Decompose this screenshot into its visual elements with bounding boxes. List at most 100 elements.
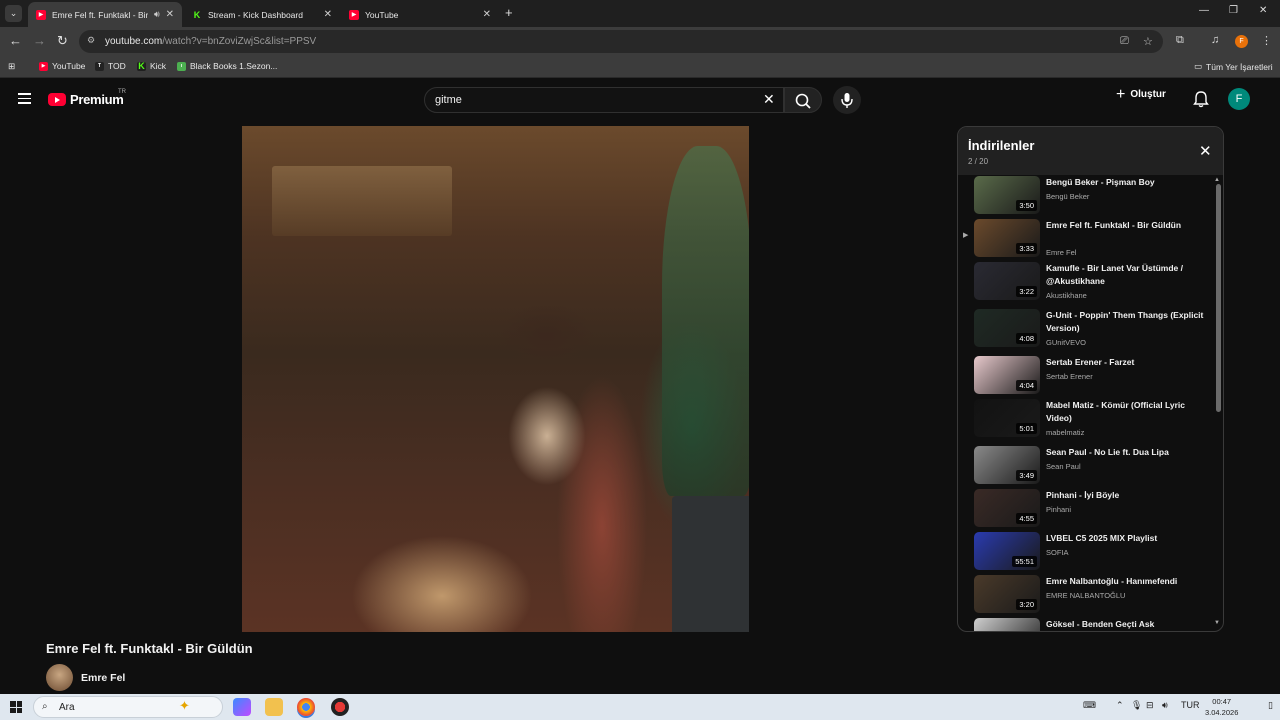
playlist-item[interactable]: 55:51 LVBEL C5 2025 MIX Playlist SOFIA	[958, 532, 1213, 574]
playlist-item-thumbnail[interactable]: 5:01	[974, 399, 1040, 437]
scroll-down-icon[interactable]: ▼	[1214, 620, 1220, 626]
playlist-item[interactable]: 3:20 Emre Nalbantoğlu - Hanımefendi EMRE N…	[958, 575, 1213, 617]
playlist-scrollbar[interactable]	[1216, 184, 1221, 412]
chrome-menu-icon[interactable]: ⋮	[1261, 34, 1272, 47]
tab-strip: ⌄ ▶ Emre Fel ft. Funktakl - Bir G 🔊︎ ✕ K…	[0, 0, 1280, 27]
playlist-item-thumbnail[interactable]: 3:50	[974, 176, 1040, 214]
show-hidden-icons[interactable]: ⌃	[1116, 700, 1124, 711]
playlist-item-thumbnail[interactable]	[974, 618, 1040, 631]
account-avatar[interactable]: F	[1228, 88, 1250, 110]
bookmark-star-icon[interactable]: ☆	[1143, 35, 1153, 48]
playlist-item[interactable]: 4:04 Sertab Erener - Farzet Sertab Erener	[958, 356, 1213, 398]
bookmark-tod[interactable]: T TOD	[95, 61, 126, 71]
playlist-item-channel: EMRE NALBANTOĞLU	[1046, 591, 1126, 600]
bookmarks-bar: ⊞ ▶ YouTube T TOD K Kick ı Black Books 1.Sez…	[0, 56, 1280, 78]
playlist-item-thumbnail[interactable]: 3:49	[974, 446, 1040, 484]
playlist-item-thumbnail[interactable]: 4:55	[974, 489, 1040, 527]
profile-avatar[interactable]: F	[1235, 35, 1248, 48]
video-player[interactable]	[242, 126, 749, 632]
media-control-icon[interactable]: ♫	[1211, 34, 1219, 46]
taskbar-clock[interactable]: 00:47 3.04.2026	[1205, 696, 1238, 718]
reload-button[interactable]: ↻	[57, 33, 68, 49]
playlist-item-title: Sean Paul - No Lie ft. Dua Lipa	[1046, 447, 1169, 457]
cast-icon[interactable]: ⎚	[1120, 35, 1129, 48]
playlist-item-channel: Bengü Beker	[1046, 192, 1090, 201]
channel-name[interactable]: Emre Fel	[81, 672, 125, 684]
close-playlist-icon[interactable]: ✕	[1199, 142, 1212, 160]
playlist-item[interactable]: 4:08 G-Unit - Poppin' Them Thangs (Explic…	[958, 309, 1213, 351]
copilot-icon[interactable]	[233, 698, 251, 716]
bookmark-black-books[interactable]: ı Black Books 1.Sezon...	[177, 61, 277, 71]
playlist-item-thumbnail[interactable]: 4:04	[974, 356, 1040, 394]
back-button[interactable]: ←	[9, 33, 22, 48]
network-icon[interactable]: ⊟	[1146, 700, 1154, 711]
site-info-icon[interactable]: ⚙	[87, 35, 99, 47]
tab-close-icon[interactable]: ✕	[166, 9, 174, 20]
chrome-icon[interactable]	[297, 698, 315, 716]
voice-search-button[interactable]	[833, 86, 861, 114]
playlist-item-title: LVBEL C5 2025 MIX Playlist	[1046, 533, 1158, 543]
search-button[interactable]	[784, 87, 822, 113]
tab-close-icon[interactable]: ✕	[324, 9, 332, 20]
windows-start-icon[interactable]	[10, 701, 22, 713]
scroll-up-icon[interactable]: ▲	[1214, 177, 1220, 183]
playlist-item[interactable]: 3:49 Sean Paul - No Lie ft. Dua Lipa Sean …	[958, 446, 1213, 488]
tab-kick-dashboard[interactable]: K Stream - Kick Dashboard ✕	[184, 2, 340, 27]
forward-button[interactable]: →	[33, 33, 46, 48]
youtube-premium-logo[interactable]: Premium TR	[48, 89, 126, 107]
notifications-bell-icon[interactable]	[1193, 90, 1209, 108]
tab-search-button[interactable]: ⌄	[5, 5, 22, 22]
close-window-button[interactable]: ✕	[1259, 5, 1267, 16]
playlist-item-thumbnail[interactable]: 3:33	[974, 219, 1040, 257]
microphone-icon[interactable]: 🎙︎	[1131, 700, 1142, 711]
new-tab-button[interactable]: +	[505, 5, 513, 20]
tab-youtube[interactable]: ▶ YouTube ✕	[341, 2, 499, 27]
tab-emre-fel[interactable]: ▶ Emre Fel ft. Funktakl - Bir G 🔊︎ ✕	[28, 2, 182, 27]
search-input[interactable]	[435, 94, 745, 106]
playlist-item[interactable]: 5:01 Mabel Matiz - Kömür (Official Lyric …	[958, 399, 1213, 441]
playlist-items: 3:50 Bengü Beker - Pişman Boy Bengü Beker ▶…	[958, 176, 1223, 631]
microphone-icon	[841, 93, 853, 108]
url-text: youtube.com/watch?v=bnZoviZwjSc&list=PPS…	[105, 36, 317, 47]
playlist-item-thumbnail[interactable]: 3:22	[974, 262, 1040, 300]
playlist-title[interactable]: İndirilenler	[968, 138, 1034, 153]
volume-icon[interactable]: 🔊︎	[1162, 700, 1168, 711]
speaker-icon[interactable]: 🔊︎	[154, 9, 160, 20]
playlist-item-thumbnail[interactable]: 55:51	[974, 532, 1040, 570]
playlist-item-thumbnail[interactable]: 4:08	[974, 309, 1040, 347]
apps-grid-icon[interactable]: ⊞	[8, 61, 15, 72]
taskbar-search[interactable]: ⌕ Ara ✦	[33, 696, 223, 718]
playlist-item[interactable]: ▶ 3:33 Emre Fel ft. Funktakl - Bir Güldün E…	[958, 219, 1213, 261]
tab-close-icon[interactable]: ✕	[483, 9, 491, 20]
input-language[interactable]: TUR	[1181, 700, 1200, 710]
duration-badge: 3:50	[1016, 200, 1037, 211]
playlist-item[interactable]: Göksel - Benden Geçti Ask	[958, 618, 1213, 631]
all-bookmarks-folder[interactable]: ▭ Tüm Yer İşaretleri	[1194, 61, 1273, 72]
playlist-item-title: Göksel - Benden Geçti Ask	[1046, 619, 1155, 629]
playlist-item[interactable]: 3:22 Kamufle - Bir Lanet Var Üstümde / @A…	[958, 262, 1213, 304]
playlist-item-thumbnail[interactable]: 3:20	[974, 575, 1040, 613]
extensions-icon[interactable]: ⧉	[1176, 34, 1184, 47]
bookmark-youtube[interactable]: ▶ YouTube	[39, 61, 85, 71]
playlist-item[interactable]: 4:55 Pinhani - İyi Böyle Pinhani	[958, 489, 1213, 531]
playlist-item-title: Kamufle - Bir Lanet Var Üstümde / @Akust…	[1046, 263, 1183, 286]
create-button[interactable]: + Oluştur	[1116, 86, 1166, 102]
minimize-button[interactable]: —	[1199, 5, 1209, 16]
app-icon[interactable]	[331, 698, 349, 716]
file-explorer-icon[interactable]	[265, 698, 283, 716]
duration-badge: 5:01	[1016, 423, 1037, 434]
playlist-item-channel: GUnitVEVO	[1046, 338, 1087, 347]
maximize-button[interactable]: ❐	[1229, 5, 1238, 16]
notification-icon[interactable]: ▯	[1268, 700, 1273, 711]
menu-icon[interactable]	[18, 93, 31, 104]
clear-search-icon[interactable]: ✕	[763, 91, 775, 108]
youtube-play-icon	[48, 93, 66, 106]
playlist-item[interactable]: 3:50 Bengü Beker - Pişman Boy Bengü Beker	[958, 176, 1213, 218]
youtube-icon: ▶	[39, 61, 48, 71]
keyboard-icon[interactable]: ⌨	[1083, 700, 1096, 711]
search-icon	[795, 93, 811, 109]
address-bar[interactable]: ⚙ youtube.com/watch?v=bnZoviZwjSc&list=P…	[79, 30, 1163, 53]
channel-avatar[interactable]	[46, 664, 73, 691]
bookmark-kick[interactable]: K Kick	[137, 61, 166, 71]
playlist-position: 2 / 20	[968, 157, 989, 166]
